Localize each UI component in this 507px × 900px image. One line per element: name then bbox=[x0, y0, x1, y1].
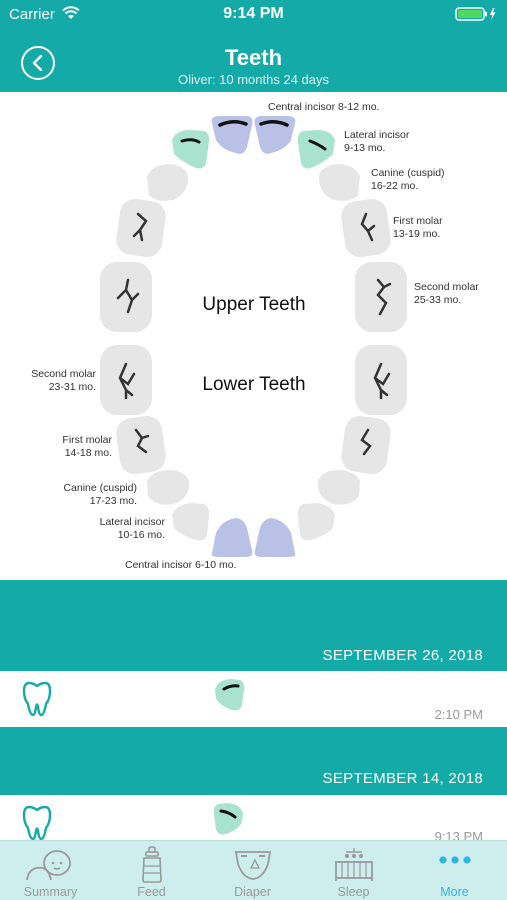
label-upper-lateral-incisor: Lateral incisor 9-13 mo. bbox=[344, 129, 410, 154]
erupted-tooth-icon bbox=[213, 803, 243, 835]
tooth-lower-left-first-molar bbox=[341, 416, 391, 474]
label-lower-lateral-incisor: Lateral incisor 10-16 mo. bbox=[99, 516, 165, 541]
battery-icon bbox=[455, 7, 497, 26]
tooth-upper-left-lateral-incisor bbox=[297, 130, 335, 169]
more-dots-icon bbox=[438, 856, 471, 864]
tooth-upper-right-lateral-incisor bbox=[172, 130, 210, 169]
bottle-icon bbox=[141, 846, 162, 883]
tab-label: Summary bbox=[23, 885, 78, 899]
tooth-upper-right-second-molar bbox=[100, 262, 152, 332]
crib-icon bbox=[334, 848, 373, 881]
tooth-lower-left-second-molar bbox=[355, 345, 407, 415]
tab-sleep[interactable]: Sleep bbox=[303, 841, 404, 900]
child-age-subtitle: Oliver: 10 months 24 days bbox=[177, 72, 330, 87]
diaper-icon bbox=[234, 851, 271, 880]
tab-diaper[interactable]: Diaper bbox=[202, 841, 303, 900]
status-bar: Carrier 9:14 PM bbox=[0, 0, 507, 28]
label-lower-first-molar: First molar 14-18 mo. bbox=[62, 434, 112, 459]
tab-more[interactable]: More bbox=[404, 841, 505, 900]
tooth-lower-left-canine bbox=[317, 470, 360, 505]
tab-feed[interactable]: Feed bbox=[101, 841, 202, 900]
tab-bar: Summary Feed Diaper Sleep More bbox=[0, 840, 507, 900]
teeth-chart: Upper Teeth Lower Teeth Central incisor … bbox=[0, 92, 507, 580]
lower-teeth-heading: Lower Teeth bbox=[202, 374, 306, 395]
tab-label: More bbox=[440, 885, 469, 899]
date-label: SEPTEMBER 14, 2018 bbox=[322, 770, 483, 787]
tooth-lower-right-lateral-incisor bbox=[172, 503, 210, 541]
date-header: SEPTEMBER 26, 2018 bbox=[0, 580, 507, 671]
label-lower-central-incisor: Central incisor 6-10 mo. bbox=[125, 559, 237, 571]
baby-icon bbox=[25, 850, 71, 881]
log-entry[interactable]: 2:10 PM bbox=[0, 672, 507, 726]
tooth-lower-right-first-molar bbox=[116, 416, 166, 474]
navigation-bar: Teeth Oliver: 10 months 24 days bbox=[0, 28, 507, 92]
date-header: SEPTEMBER 14, 2018 bbox=[0, 727, 507, 795]
tooth-lower-left-lateral-incisor bbox=[297, 503, 335, 541]
tooth-upper-left-canine bbox=[318, 164, 360, 201]
tab-label: Feed bbox=[137, 885, 166, 899]
label-upper-second-molar: Second molar 25-33 mo. bbox=[414, 281, 479, 306]
erupted-tooth-icon bbox=[215, 679, 245, 711]
tooth-lower-right-second-molar bbox=[100, 345, 152, 415]
tab-summary[interactable]: Summary bbox=[0, 841, 101, 900]
upper-teeth-heading: Upper Teeth bbox=[202, 294, 306, 315]
date-label: SEPTEMBER 26, 2018 bbox=[322, 647, 483, 664]
tooth-icon bbox=[22, 681, 52, 717]
entry-time: 9:13 PM bbox=[434, 829, 483, 840]
label-upper-canine: Canine (cuspid) 16-22 mo. bbox=[371, 167, 445, 192]
tab-label: Diaper bbox=[234, 885, 271, 899]
tooth-upper-right-canine bbox=[147, 164, 189, 201]
tab-label: Sleep bbox=[337, 885, 370, 899]
clock: 9:14 PM bbox=[223, 5, 284, 22]
page-title: Teeth bbox=[224, 45, 283, 70]
label-lower-second-molar: Second molar 23-31 mo. bbox=[31, 368, 96, 393]
tooth-icon bbox=[22, 805, 52, 840]
tooth-lower-right-canine bbox=[147, 470, 190, 505]
entry-time: 2:10 PM bbox=[434, 707, 483, 722]
tooth-lower-right-central-incisor bbox=[211, 518, 253, 557]
label-upper-first-molar: First molar 13-19 mo. bbox=[393, 215, 443, 240]
log-entry[interactable]: 9:13 PM bbox=[0, 796, 507, 840]
tooth-lower-left-central-incisor bbox=[254, 518, 296, 557]
label-upper-central-incisor: Central incisor 8-12 mo. bbox=[268, 101, 380, 113]
label-lower-canine: Canine (cuspid) 17-23 mo. bbox=[63, 482, 137, 507]
